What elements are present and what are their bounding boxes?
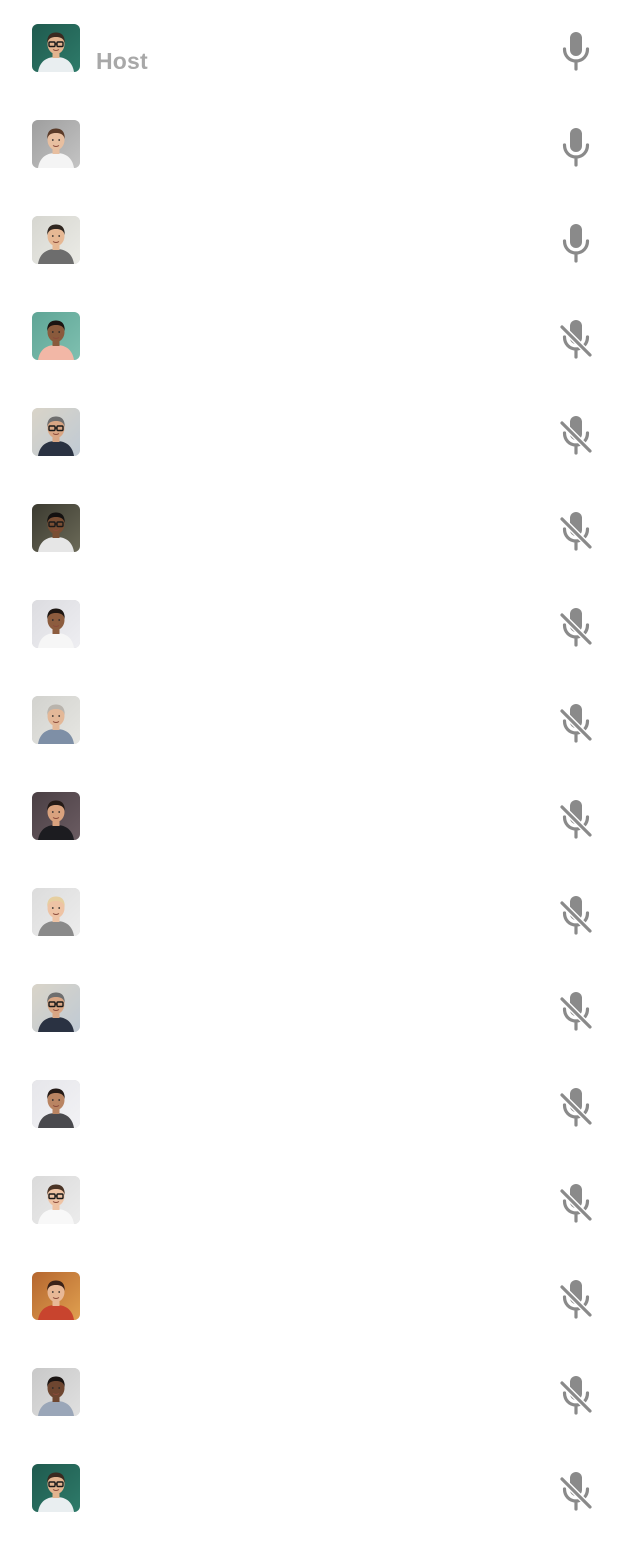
microphone-off-icon[interactable] (552, 604, 600, 652)
participant-row[interactable] (0, 696, 640, 792)
microphone-off-icon[interactable] (552, 1372, 600, 1420)
avatar (32, 792, 80, 840)
participant-row[interactable] (0, 1464, 640, 1560)
participant-row[interactable] (0, 408, 640, 504)
microphone-off-icon[interactable] (552, 700, 600, 748)
avatar (32, 1080, 80, 1128)
participant-list: Host (0, 0, 640, 1536)
avatar (32, 600, 80, 648)
participant-row[interactable] (0, 1368, 640, 1464)
microphone-off-icon[interactable] (552, 1468, 600, 1516)
avatar (32, 312, 80, 360)
avatar (32, 408, 80, 456)
microphone-off-icon[interactable] (552, 316, 600, 364)
microphone-off-icon[interactable] (552, 508, 600, 556)
avatar (32, 1272, 80, 1320)
participant-row[interactable] (0, 120, 640, 216)
avatar (32, 696, 80, 744)
microphone-off-icon[interactable] (552, 1276, 600, 1324)
microphone-off-icon[interactable] (552, 1084, 600, 1132)
avatar (32, 1368, 80, 1416)
participant-row[interactable] (0, 1272, 640, 1368)
participant-row[interactable] (0, 888, 640, 984)
avatar (32, 1176, 80, 1224)
microphone-off-icon[interactable] (552, 796, 600, 844)
participant-row[interactable] (0, 312, 640, 408)
participant-row[interactable] (0, 792, 640, 888)
avatar (32, 216, 80, 264)
avatar (32, 504, 80, 552)
microphone-off-icon[interactable] (552, 1180, 600, 1228)
participant-row[interactable]: Host (0, 24, 640, 120)
participant-row[interactable] (0, 504, 640, 600)
host-label: Host (96, 48, 148, 74)
avatar (32, 888, 80, 936)
avatar (32, 1464, 80, 1512)
microphone-icon[interactable] (552, 124, 600, 172)
microphone-icon[interactable] (552, 220, 600, 268)
microphone-icon[interactable] (552, 28, 600, 76)
participant-row[interactable] (0, 1176, 640, 1272)
participant-row[interactable] (0, 600, 640, 696)
participant-row[interactable] (0, 216, 640, 312)
microphone-off-icon[interactable] (552, 892, 600, 940)
participant-row[interactable] (0, 984, 640, 1080)
avatar (32, 120, 80, 168)
microphone-off-icon[interactable] (552, 988, 600, 1036)
avatar (32, 984, 80, 1032)
participant-row[interactable] (0, 1080, 640, 1176)
avatar (32, 24, 80, 72)
microphone-off-icon[interactable] (552, 412, 600, 460)
